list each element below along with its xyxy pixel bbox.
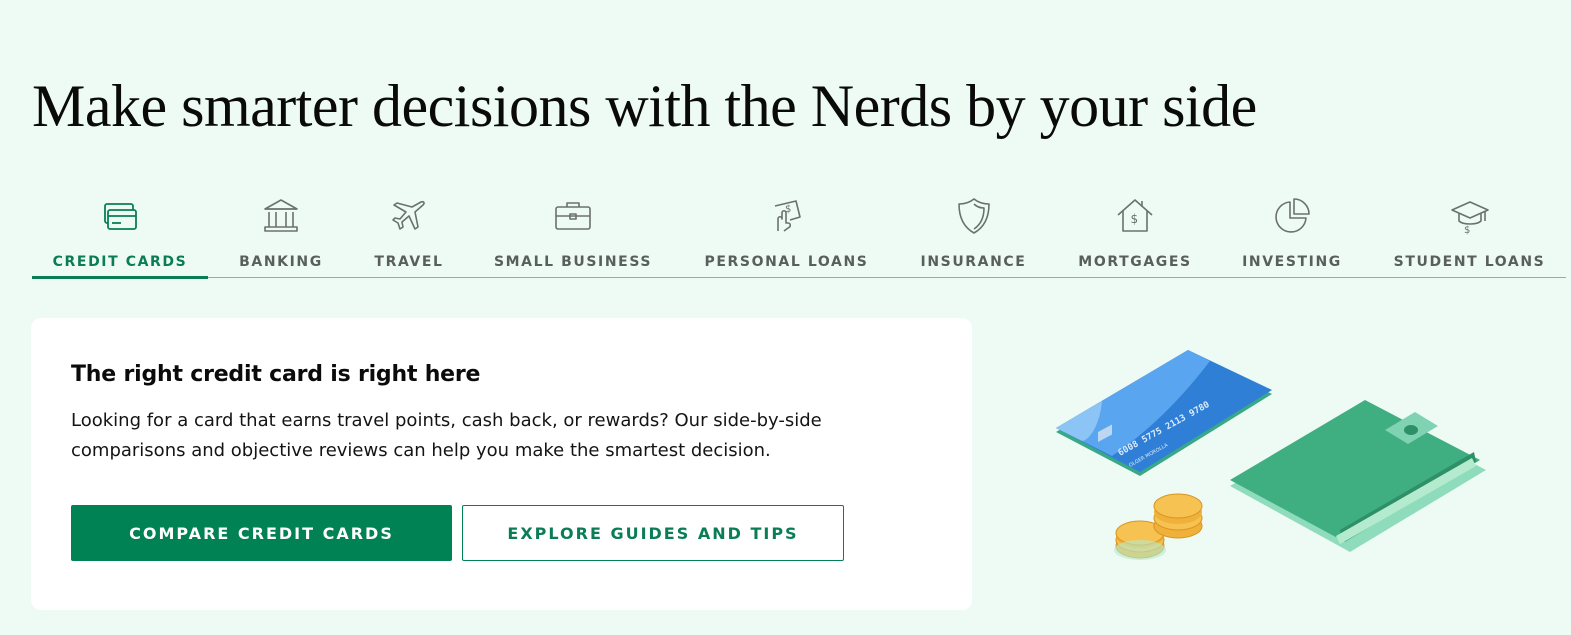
shield-icon (952, 194, 996, 238)
tab-student-loans[interactable]: $ STUDENT LOANS (1391, 190, 1548, 278)
graduation-cap-icon: $ (1448, 194, 1492, 238)
tab-small-business[interactable]: SMALL BUSINESS (493, 190, 653, 278)
tab-label: STUDENT LOANS (1393, 254, 1546, 270)
explore-guides-button[interactable]: EXPLORE GUIDES AND TIPS (462, 505, 844, 561)
tab-credit-cards[interactable]: CREDIT CARDS (32, 190, 208, 279)
briefcase-icon (551, 194, 595, 238)
tab-label: TRAVEL (374, 254, 444, 270)
page-title: Make smarter decisions with the Nerds by… (32, 73, 1257, 139)
pie-chart-icon (1270, 194, 1314, 238)
tab-banking[interactable]: BANKING (238, 190, 324, 278)
category-tabs: CREDIT CARDS BANKING TRAVEL SMALL BUSINE… (32, 190, 1566, 279)
coins-graphic (1114, 493, 1203, 560)
tab-investing[interactable]: INVESTING (1241, 190, 1343, 278)
airplane-icon (387, 194, 431, 238)
panel-description-line-1: Looking for a card that earns travel poi… (71, 410, 822, 431)
tab-label: INSURANCE (920, 254, 1027, 270)
compare-credit-cards-button[interactable]: COMPARE CREDIT CARDS (71, 505, 452, 561)
tab-label: PERSONAL LOANS (704, 254, 869, 270)
svg-text:$: $ (1131, 212, 1139, 226)
panel-description-line-2: comparisons and objective reviews can he… (71, 440, 771, 461)
tab-label: INVESTING (1242, 254, 1342, 270)
tab-personal-loans[interactable]: $ PERSONAL LOANS (702, 190, 871, 278)
panel-heading: The right credit card is right here (71, 362, 481, 387)
credit-card-wallet-illustration: 6008 5775 2113 9780 OLGER MOROLLA (1040, 340, 1500, 580)
credit-card-graphic: 6008 5775 2113 9780 OLGER MOROLLA (1056, 350, 1272, 476)
wallet-graphic (1230, 400, 1486, 552)
hand-money-icon: $ (765, 194, 809, 238)
tab-travel[interactable]: TRAVEL (373, 190, 445, 278)
tab-label: BANKING (239, 254, 323, 270)
panel-description: Looking for a card that earns travel poi… (71, 406, 931, 466)
bank-icon (259, 194, 303, 238)
tab-mortgages[interactable]: $ MORTGAGES (1077, 190, 1193, 278)
house-dollar-icon: $ (1113, 194, 1157, 238)
tab-label: MORTGAGES (1078, 254, 1192, 270)
tab-label: SMALL BUSINESS (493, 254, 653, 270)
tab-label: CREDIT CARDS (52, 254, 188, 270)
svg-text:$: $ (1464, 225, 1470, 236)
credit-card-promo-panel: The right credit card is right here Look… (31, 318, 972, 610)
tab-insurance[interactable]: INSURANCE (919, 190, 1028, 278)
credit-card-icon (98, 194, 142, 238)
